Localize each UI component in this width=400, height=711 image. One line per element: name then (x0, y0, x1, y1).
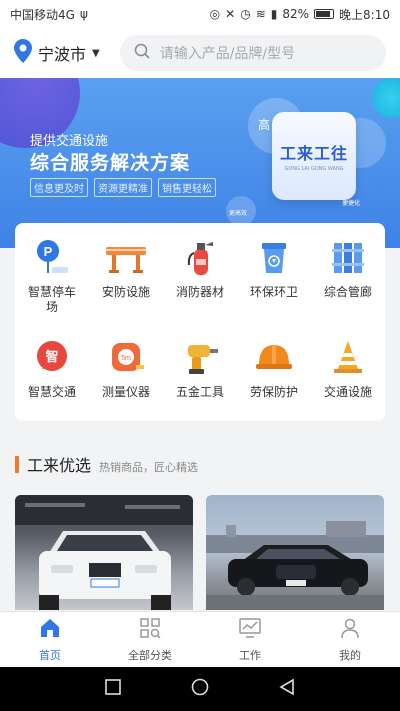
tab-label: 首页 (39, 648, 61, 662)
section-subtitle: 热销商品，匠心精选 (99, 461, 199, 474)
hard-hat-icon (252, 335, 296, 379)
top-header: 宁波市 ▼ 请输入产品/品牌/型号 (0, 28, 400, 78)
tab-label: 工作 (239, 648, 261, 662)
status-bar: 中国移动4G ψ ◎ ✕ ◷ ≋ ▮ 82% 晚上8:10 (0, 0, 400, 28)
black-sedan-photo (206, 521, 384, 610)
category-security[interactable]: 安防设施 (89, 235, 163, 300)
banner-title: 综合服务解决方案 (30, 152, 191, 174)
mute-icon: ✕ (225, 7, 236, 21)
svg-text:5m: 5m (121, 355, 131, 362)
work-icon (238, 617, 262, 643)
product-card-sedan[interactable] (206, 495, 384, 610)
tab-profile[interactable]: 我的 (300, 612, 400, 667)
category-hardware[interactable]: 五金工具 (163, 335, 237, 400)
category-traffic-facility[interactable]: 交通设施 (311, 335, 385, 400)
category-label: 环保环卫 (249, 285, 298, 299)
featured-section-header: 工来优选 热销商品，匠心精选 (15, 452, 198, 476)
category-label: 五金工具 (175, 385, 224, 399)
triangle-back-icon (279, 678, 294, 696)
category-label: 综合管廊 (323, 285, 372, 299)
white-suv-photo (15, 495, 193, 610)
category-label: 交通设施 (323, 385, 372, 399)
location-pin-icon (14, 39, 32, 67)
city-name: 宁波市 (38, 45, 87, 64)
battery-icon (314, 9, 335, 19)
chevron-down-icon: ▼ (92, 47, 100, 59)
pipe-gallery-icon (326, 235, 370, 279)
brand-logo: 工来工往 GONG LAI GONG WANG (272, 112, 356, 200)
banner-side-text: 高 (258, 118, 271, 132)
battery-percent: 82% (282, 7, 310, 21)
recents-button[interactable] (105, 679, 121, 699)
tab-categories[interactable]: 全部分类 (100, 612, 200, 667)
alarm-icon: ◷ (240, 7, 251, 21)
system-nav-bar (0, 667, 400, 711)
category-grid: P 智慧停车场 安防设施 消防器材 环保环卫 综合管廊 智 智慧交通 5m 测量… (15, 223, 385, 421)
drill-icon (178, 335, 222, 379)
section-accent-bar (15, 456, 19, 473)
smart-traffic-icon: 智 (30, 335, 74, 379)
tab-label: 我的 (339, 648, 361, 662)
banner-tag: 信息更及时 (30, 178, 88, 197)
category-label: 安防设施 (101, 285, 150, 299)
bubble-text: 便捷化 (342, 200, 361, 207)
carrier-text: 中国移动4G (10, 7, 75, 22)
svg-text:智: 智 (45, 349, 58, 364)
circle-icon (191, 678, 209, 696)
category-label: 劳保防护 (249, 385, 298, 399)
location-status-icon: ◎ (209, 7, 221, 21)
signal-icon: ▮ (270, 7, 278, 21)
category-environment[interactable]: 环保环卫 (237, 235, 311, 300)
banner-tag: 资源更精准 (94, 178, 152, 197)
city-selector[interactable]: 宁波市 ▼ (14, 39, 100, 67)
fire-extinguisher-icon (178, 235, 222, 279)
banner-tag: 销售更轻松 (158, 178, 216, 197)
category-label: 消防器材 (175, 285, 224, 299)
barrier-icon (104, 235, 148, 279)
category-label: 测量仪器 (101, 385, 150, 399)
category-smart-parking[interactable]: P 智慧停车场 (15, 235, 89, 315)
back-button[interactable] (279, 678, 295, 700)
tab-work[interactable]: 工作 (200, 612, 300, 667)
clock-text: 晚上8:10 (339, 7, 390, 22)
smart-parking-icon: P (30, 235, 74, 279)
category-smart-traffic[interactable]: 智 智慧交通 (15, 335, 89, 400)
section-title: 工来优选 (27, 456, 92, 475)
banner-subtitle: 提供交通设施 (30, 134, 109, 149)
tab-label: 全部分类 (128, 648, 172, 662)
user-icon (339, 617, 361, 643)
square-icon (105, 679, 121, 695)
logo-pinyin: GONG LAI GONG WANG (284, 166, 344, 172)
bottom-tab-bar: 首页 全部分类 工作 我的 (0, 611, 400, 667)
product-card-suv[interactable] (15, 495, 193, 610)
bubble-text: 更高效 (229, 210, 248, 217)
category-label: 智慧交通 (27, 385, 76, 399)
traffic-cone-icon (326, 335, 370, 379)
svg-text:P: P (44, 244, 53, 259)
search-input[interactable]: 请输入产品/品牌/型号 (160, 43, 295, 63)
search-bar[interactable]: 请输入产品/品牌/型号 (119, 35, 386, 71)
tab-home[interactable]: 首页 (0, 612, 100, 667)
category-fire[interactable]: 消防器材 (163, 235, 237, 300)
tape-measure-icon: 5m (104, 335, 148, 379)
search-icon (134, 43, 150, 63)
home-button[interactable] (191, 678, 209, 700)
decor-bubble (372, 78, 400, 118)
trash-bin-icon (252, 235, 296, 279)
category-protection[interactable]: 劳保防护 (237, 335, 311, 400)
category-icon (139, 617, 161, 643)
usb-icon: ψ (79, 7, 88, 21)
logo-text: 工来工往 (279, 144, 348, 163)
banner-tags: 信息更及时 资源更精准 销售更轻松 (30, 178, 216, 197)
home-icon (39, 617, 61, 643)
category-pipe-gallery[interactable]: 综合管廊 (311, 235, 385, 300)
category-label: 智慧停车场 (27, 285, 76, 314)
wifi-icon: ≋ (255, 7, 266, 21)
category-measuring[interactable]: 5m 测量仪器 (89, 335, 163, 400)
